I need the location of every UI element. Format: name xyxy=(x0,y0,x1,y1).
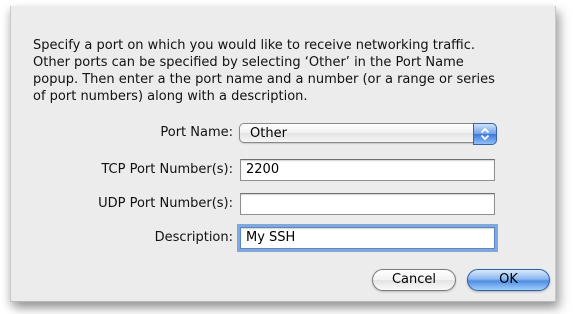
cancel-button[interactable]: Cancel xyxy=(372,269,456,291)
description-label: Description: xyxy=(154,230,233,245)
port-name-selected-value: Other xyxy=(250,126,287,141)
udp-port-field[interactable] xyxy=(240,193,495,215)
dialog-prompt: Specify a port on which you would like t… xyxy=(33,38,495,104)
description-field[interactable]: My SSH xyxy=(237,224,498,252)
tcp-port-field[interactable]: 2200 xyxy=(240,159,495,181)
port-name-label: Port Name: xyxy=(160,125,233,140)
add-port-sheet: Specify a port on which you would like t… xyxy=(10,6,556,302)
tcp-port-label: TCP Port Number(s): xyxy=(101,162,233,177)
up-down-chevron-icon xyxy=(473,123,497,145)
udp-port-label: UDP Port Number(s): xyxy=(98,196,233,211)
port-name-popup[interactable]: Other xyxy=(239,123,497,145)
ok-button[interactable]: OK xyxy=(467,269,550,291)
